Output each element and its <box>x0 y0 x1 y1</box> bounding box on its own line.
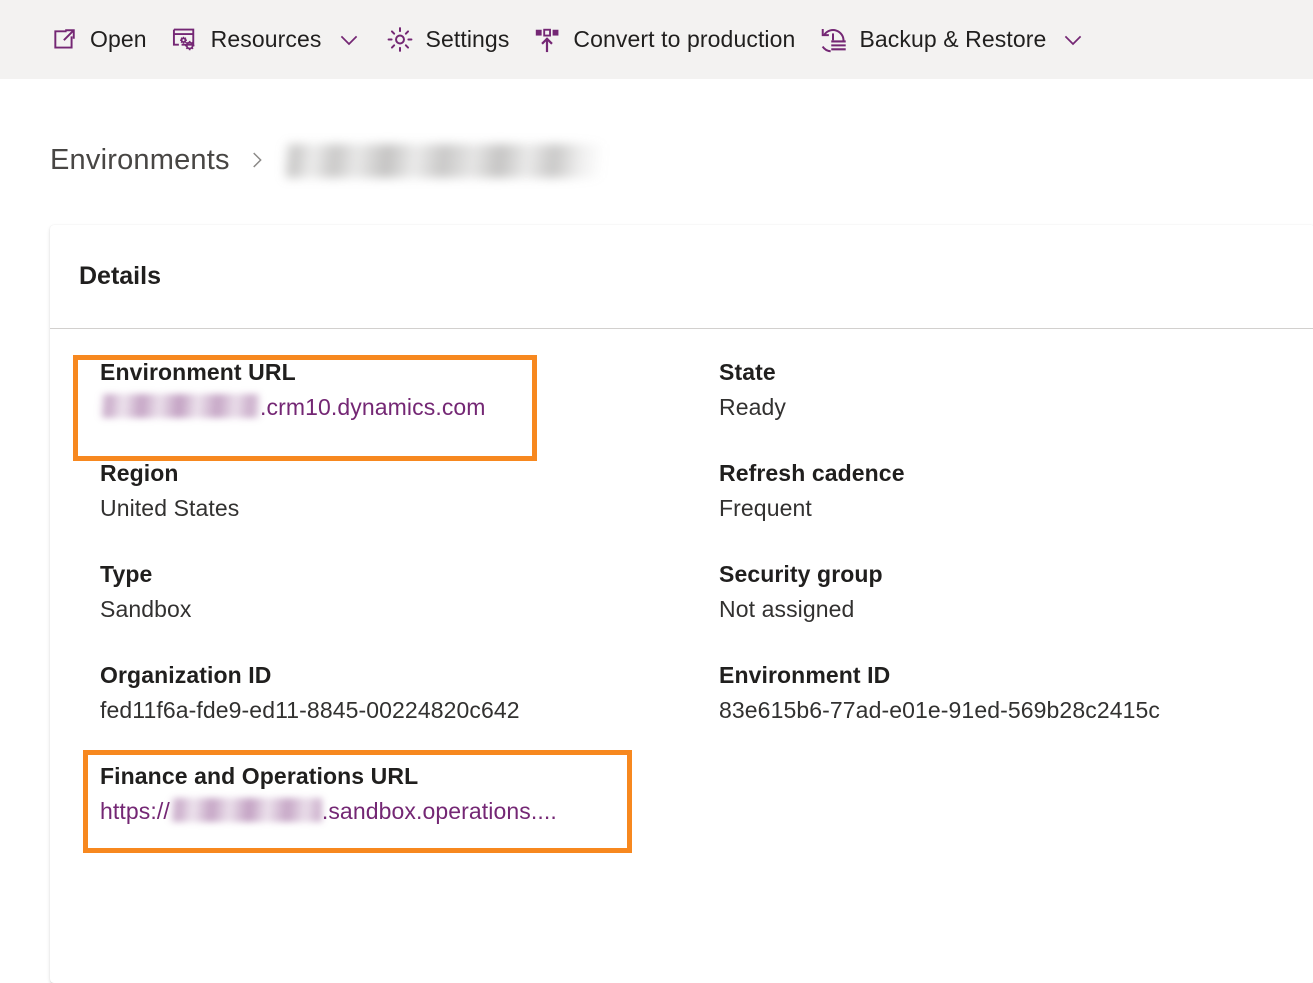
field-security-group: Security group Not assigned <box>719 557 1313 627</box>
field-label: Region <box>100 460 179 486</box>
field-label: Type <box>100 561 153 587</box>
chevron-right-icon <box>246 149 268 171</box>
command-open[interactable]: Open <box>38 14 159 66</box>
details-card-header: Details <box>50 225 1313 329</box>
command-backup-restore-label: Backup & Restore <box>859 26 1047 52</box>
breadcrumb-item-environment-name[interactable] <box>283 144 604 178</box>
details-left-column: Environment URL .crm10.dynamics.com Regi… <box>50 355 719 860</box>
field-value-suffix: .sandbox.operations.... <box>321 798 557 824</box>
redacted-value <box>169 798 322 822</box>
field-organization-id: Organization ID fed11f6a-fde9-ed11-8845-… <box>50 658 719 728</box>
field-label: Security group <box>719 561 883 587</box>
field-environment-id: Environment ID 83e615b6-77ad-e01e-91ed-5… <box>719 658 1313 728</box>
field-label: Organization ID <box>100 662 272 688</box>
command-settings[interactable]: Settings <box>374 14 522 66</box>
gear-icon <box>386 26 414 54</box>
field-value-organization-id: fed11f6a-fde9-ed11-8845-00224820c642 <box>100 697 520 723</box>
command-open-label: Open <box>90 26 147 52</box>
field-value-type: Sandbox <box>100 596 192 622</box>
chevron-down-icon[interactable] <box>336 27 362 53</box>
field-value-security-group: Not assigned <box>719 596 855 622</box>
restore-history-icon <box>819 26 847 54</box>
command-resources-label: Resources <box>210 26 322 52</box>
breadcrumb-item-environments[interactable]: Environments <box>50 144 230 177</box>
breadcrumb: Environments <box>0 123 1313 197</box>
details-fields-grid: Environment URL .crm10.dynamics.com Regi… <box>50 329 1313 860</box>
field-value-refresh-cadence: Frequent <box>719 495 812 521</box>
field-value-environment-url[interactable]: .crm10.dynamics.com <box>100 389 719 425</box>
field-label: Refresh cadence <box>719 460 905 486</box>
details-card-body: Environment URL .crm10.dynamics.com Regi… <box>50 329 1313 860</box>
window-gears-icon <box>171 26 199 54</box>
field-finance-and-operations-url: Finance and Operations URL https:// .sand… <box>50 750 719 853</box>
command-resources[interactable]: Resources <box>159 14 374 66</box>
details-right-column: State Ready Refresh cadence Frequent Sec… <box>719 355 1313 860</box>
command-convert-to-production[interactable]: Convert to production <box>521 14 807 66</box>
field-value-suffix: .crm10.dynamics.com <box>260 394 486 420</box>
page-title: Details <box>79 262 161 290</box>
command-backup-restore[interactable]: Backup & Restore <box>807 14 1098 66</box>
field-environment-url: Environment URL .crm10.dynamics.com <box>50 355 719 461</box>
field-value-prefix: https:// <box>100 798 170 824</box>
field-value-finance-and-operations-url[interactable]: https:// .sandbox.operations.... <box>100 793 719 829</box>
field-value-region: United States <box>100 495 240 521</box>
command-bar: Open Resources Settings Convert to produ… <box>0 0 1313 79</box>
field-value-environment-id: 83e615b6-77ad-e01e-91ed-569b28c2415c <box>719 697 1160 723</box>
field-type: Type Sandbox <box>50 557 719 627</box>
promote-upgrade-icon <box>533 26 561 54</box>
command-convert-label: Convert to production <box>573 26 796 52</box>
chevron-down-icon[interactable] <box>1060 27 1086 53</box>
field-label: State <box>719 359 776 385</box>
field-label: Environment URL <box>100 359 296 385</box>
command-settings-label: Settings <box>425 26 510 52</box>
open-in-new-window-icon <box>50 26 78 54</box>
field-state: State Ready <box>719 355 1313 425</box>
redacted-value <box>100 394 260 418</box>
details-card: Details Environment URL .crm10.dynamics.… <box>50 225 1313 983</box>
field-region: Region United States <box>50 456 719 526</box>
field-refresh-cadence: Refresh cadence Frequent <box>719 456 1313 526</box>
field-label: Environment ID <box>719 662 891 688</box>
field-value-state: Ready <box>719 394 786 420</box>
field-label: Finance and Operations URL <box>100 763 419 789</box>
